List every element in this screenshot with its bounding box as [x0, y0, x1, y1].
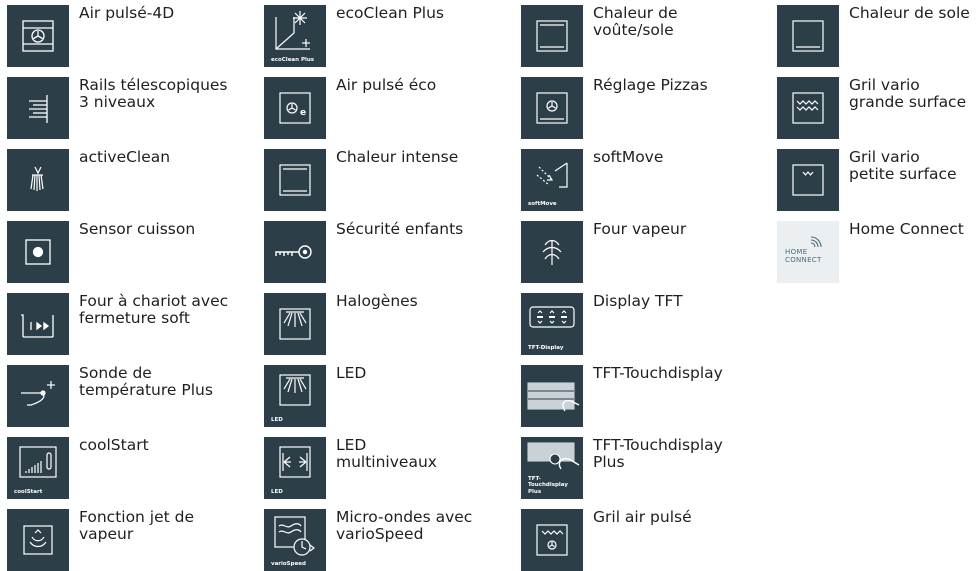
- feature-item-tft-touchdisplay-plus: TFT- Touchdisplay Plus TFT-Touchdisplay …: [521, 437, 751, 499]
- feature-item-temperature-probe: Sonde de température Plus: [7, 365, 237, 427]
- feature-item-intensive-heat: Chaleur intense: [264, 149, 494, 211]
- microwave-variospeed-icon: varioSpeed: [264, 509, 326, 571]
- feature-item-eco-clean: ecoClean Plus ecoClean Plus: [264, 5, 494, 67]
- eco-hot-air-icon: e: [264, 77, 326, 139]
- tile-caption: TFT-Display: [528, 344, 564, 351]
- feature-item-halogen: Halogènes: [264, 293, 494, 355]
- feature-label: Halogènes: [336, 292, 418, 310]
- feature-item-grill-hot-air: Gril air pulsé: [521, 509, 751, 571]
- home-connect-logo-text: HOME CONNECT: [785, 248, 822, 264]
- led-multilevel-icon: LED: [264, 437, 326, 499]
- feature-item-child-lock: Sécurité enfants: [264, 221, 494, 283]
- cooking-sensor-icon: [7, 221, 69, 283]
- tile-caption: coolStart: [14, 488, 43, 495]
- feature-item-full-surface-grill: Gril vario grande surface: [777, 77, 977, 139]
- feature-label: Home Connect: [849, 220, 964, 238]
- tft-touchdisplay-icon: [521, 365, 583, 427]
- feature-label: Four à chariot avec fermeture soft: [79, 292, 229, 327]
- tile-caption: softMove: [528, 200, 557, 207]
- full-surface-grill-icon: [777, 77, 839, 139]
- feature-item-cooking-sensor: Sensor cuisson: [7, 221, 237, 283]
- feature-item-active-clean: activeClean: [7, 149, 237, 211]
- feature-label: Four vapeur: [593, 220, 687, 238]
- steam-oven-icon: [521, 221, 583, 283]
- feature-label: softMove: [593, 148, 664, 166]
- feature-item-small-surface-grill: Gril vario petite surface: [777, 149, 977, 211]
- grill-hot-air-icon: [521, 509, 583, 571]
- trolley-oven-icon: [7, 293, 69, 355]
- temperature-probe-icon: [7, 365, 69, 427]
- feature-label: LED multiniveaux: [336, 436, 437, 471]
- top-bottom-heat-icon: [521, 5, 583, 67]
- active-clean-icon: [7, 149, 69, 211]
- feature-item-hot-air-4d: Air pulsé-4D: [7, 5, 237, 67]
- feature-item-steam-jet: Fonction jet de vapeur: [7, 509, 237, 571]
- feature-label: Display TFT: [593, 292, 683, 310]
- feature-item-steam-oven: Four vapeur: [521, 221, 751, 283]
- feature-item-trolley-oven: Four à chariot avec fermeture soft: [7, 293, 237, 355]
- feature-label: coolStart: [79, 436, 149, 454]
- feature-label: Gril vario petite surface: [849, 148, 957, 183]
- svg-text:e: e: [300, 108, 306, 118]
- feature-item-tft-touchdisplay: TFT-Touchdisplay: [521, 365, 751, 427]
- feature-label: LED: [336, 364, 367, 382]
- feature-label: Chaleur de voûte/sole: [593, 4, 678, 39]
- led-light-icon: LED: [264, 365, 326, 427]
- feature-label: ecoClean Plus: [336, 4, 445, 22]
- feature-label: TFT-Touchdisplay: [593, 364, 723, 382]
- tile-caption: TFT- Touchdisplay Plus: [528, 475, 568, 495]
- telescopic-rails-icon: [7, 77, 69, 139]
- feature-item-led: LED LED: [264, 365, 494, 427]
- feature-label: Chaleur de sole: [849, 4, 970, 22]
- hot-air-4d-icon: [7, 5, 69, 67]
- feature-label: Rails télescopiques 3 niveaux: [79, 76, 228, 111]
- tile-caption: ecoClean Plus: [271, 56, 315, 63]
- soft-move-icon: softMove: [521, 149, 583, 211]
- feature-item-eco-hot-air: e Air pulsé éco: [264, 77, 494, 139]
- steam-jet-icon: [7, 509, 69, 571]
- tile-caption: LED: [271, 416, 283, 423]
- feature-label: Sécurité enfants: [336, 220, 464, 238]
- feature-item-top-bottom-heat: Chaleur de voûte/sole: [521, 5, 751, 67]
- feature-item-bottom-heat: Chaleur de sole: [777, 5, 977, 67]
- feature-label: Air pulsé éco: [336, 76, 437, 94]
- feature-item-home-connect: HOME CONNECT Home Connect: [777, 221, 977, 283]
- eco-clean-icon: ecoClean Plus: [264, 5, 326, 67]
- small-surface-grill-icon: [777, 149, 839, 211]
- feature-label: Sonde de température Plus: [79, 364, 213, 399]
- pizza-setting-icon: [521, 77, 583, 139]
- feature-label: activeClean: [79, 148, 171, 166]
- child-lock-key-icon: [264, 221, 326, 283]
- feature-item-tft-display: TFT-Display Display TFT: [521, 293, 751, 355]
- feature-label: TFT-Touchdisplay Plus: [593, 436, 723, 471]
- feature-label: Chaleur intense: [336, 148, 459, 166]
- home-connect-logo-icon: HOME CONNECT: [777, 221, 839, 283]
- feature-icon-grid: Air pulsé-4D Rails télescopiques 3 nivea…: [0, 0, 977, 571]
- feature-label: Micro-ondes avec varioSpeed: [336, 508, 473, 543]
- feature-label: Sensor cuisson: [79, 220, 196, 238]
- feature-label: Gril air pulsé: [593, 508, 692, 526]
- feature-item-telescopic-rails: Rails télescopiques 3 niveaux: [7, 77, 237, 139]
- feature-item-pizza-setting: Réglage Pizzas: [521, 77, 751, 139]
- feature-item-soft-move: softMove softMove: [521, 149, 751, 211]
- tile-caption: varioSpeed: [271, 560, 306, 567]
- feature-label: Air pulsé-4D: [79, 4, 175, 22]
- feature-item-cool-start: coolStart coolStart: [7, 437, 237, 499]
- halogen-light-icon: [264, 293, 326, 355]
- tft-display-icon: TFT-Display: [521, 293, 583, 355]
- feature-label: Fonction jet de vapeur: [79, 508, 195, 543]
- bottom-heat-icon: [777, 5, 839, 67]
- feature-item-led-multilevel: LED LED multiniveaux: [264, 437, 494, 499]
- tft-touchdisplay-plus-icon: TFT- Touchdisplay Plus: [521, 437, 583, 499]
- tile-caption: LED: [271, 488, 283, 495]
- feature-label: Réglage Pizzas: [593, 76, 708, 94]
- cool-start-icon: coolStart: [7, 437, 69, 499]
- feature-item-microwave-variospeed: varioSpeed Micro-ondes avec varioSpeed: [264, 509, 494, 571]
- feature-label: Gril vario grande surface: [849, 76, 967, 111]
- intensive-heat-icon: [264, 149, 326, 211]
